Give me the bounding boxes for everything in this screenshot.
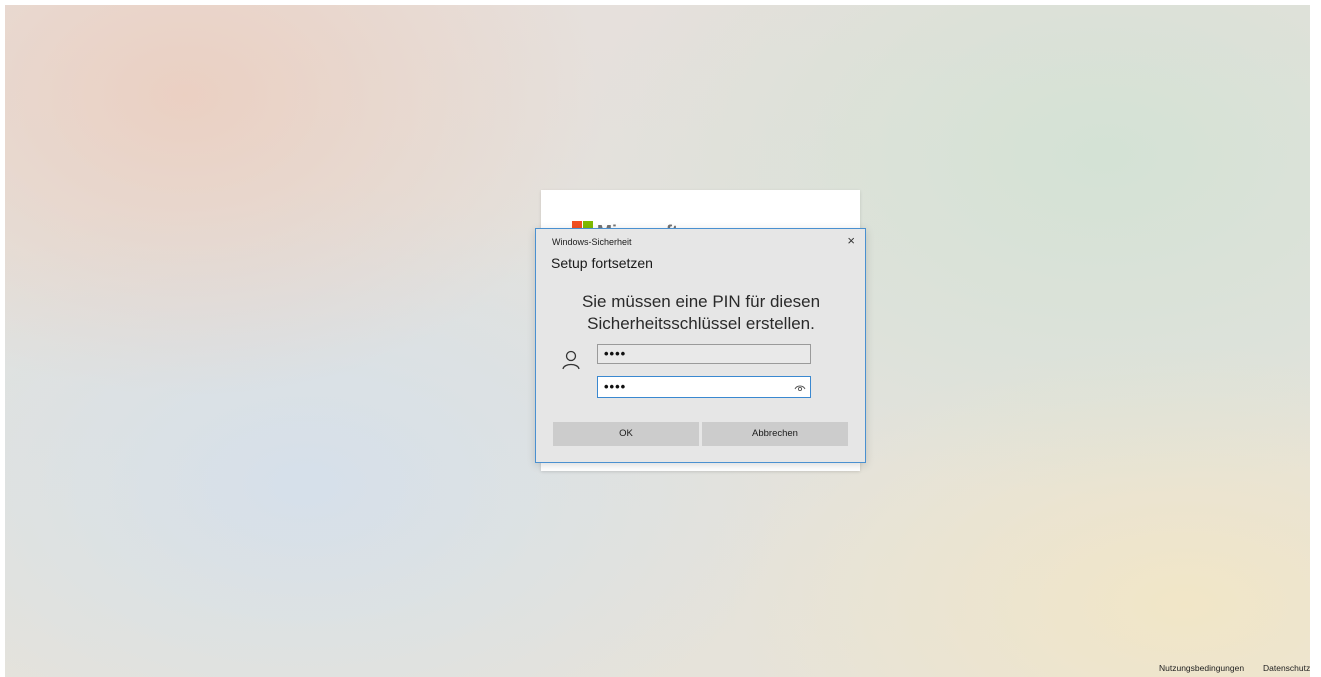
dialog-caption: Windows-Sicherheit [552, 237, 632, 247]
dialog-title: Setup fortsetzen [551, 255, 653, 271]
confirm-pin-input-value: •••• [604, 379, 627, 394]
pin-input[interactable]: •••• [597, 344, 811, 364]
terms-link[interactable]: Nutzungsbedingungen [1159, 663, 1244, 673]
pin-input-value: •••• [604, 346, 627, 361]
ok-button[interactable]: OK [553, 422, 699, 446]
windows-security-dialog: Windows-Sicherheit × Setup fortsetzen Si… [535, 228, 866, 463]
eye-icon[interactable] [794, 381, 806, 393]
cancel-button[interactable]: Abbrechen [702, 422, 848, 446]
user-icon [562, 350, 580, 370]
confirm-pin-input[interactable]: •••• [597, 376, 811, 398]
close-icon[interactable]: × [847, 234, 855, 248]
privacy-link[interactable]: Datenschutz [1263, 663, 1310, 673]
dialog-message: Sie müssen eine PIN für diesen Sicherhei… [581, 292, 821, 333]
